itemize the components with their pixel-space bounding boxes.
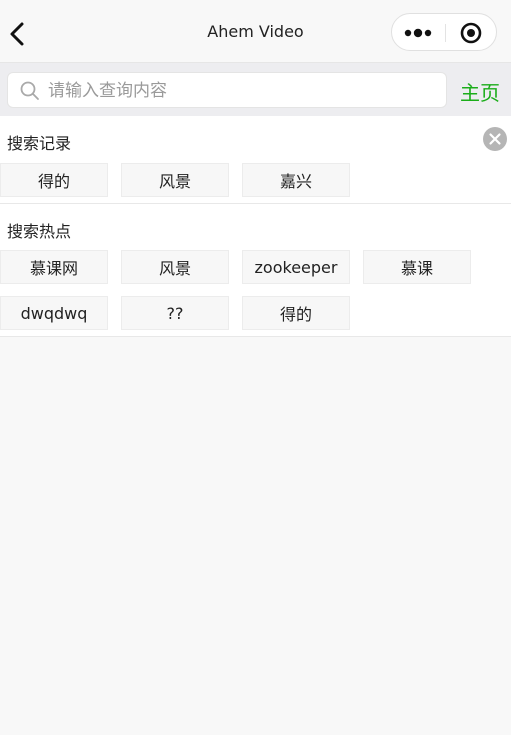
hot-tag[interactable]: ?? (121, 296, 229, 330)
nav-bar: Ahem Video (0, 0, 511, 63)
clear-history-button[interactable] (483, 127, 507, 151)
capsule-divider (445, 24, 446, 42)
history-tag[interactable]: 得的 (0, 163, 108, 197)
hot-tag[interactable]: dwqdwq (0, 296, 108, 330)
search-history-section: 搜索记录 得的 风景 嘉兴 (0, 116, 511, 204)
mini-program-capsule (391, 13, 497, 51)
history-tag[interactable]: 风景 (121, 163, 229, 197)
history-title: 搜索记录 (7, 134, 72, 153)
close-mini-program-button[interactable] (460, 22, 482, 44)
hot-tag[interactable]: 得的 (242, 296, 350, 330)
search-box[interactable] (7, 72, 447, 109)
target-icon (460, 22, 482, 44)
search-bar: 主页 (0, 63, 511, 116)
search-icon (20, 81, 39, 100)
home-link[interactable]: 主页 (460, 77, 500, 106)
history-tag[interactable]: 嘉兴 (242, 163, 350, 197)
more-dots-icon (404, 28, 432, 38)
hot-tag[interactable]: zookeeper (242, 250, 350, 284)
hot-tag[interactable]: 风景 (121, 250, 229, 284)
hot-tag[interactable]: 慕课网 (0, 250, 108, 284)
hot-search-section: 搜索热点 慕课网 风景 zookeeper 慕课 dwqdwq ?? 得的 (0, 204, 511, 337)
search-input[interactable] (46, 73, 445, 109)
more-button[interactable] (404, 23, 434, 43)
hot-title: 搜索热点 (7, 222, 72, 241)
close-icon (489, 133, 501, 145)
hot-tag[interactable]: 慕课 (363, 250, 471, 284)
